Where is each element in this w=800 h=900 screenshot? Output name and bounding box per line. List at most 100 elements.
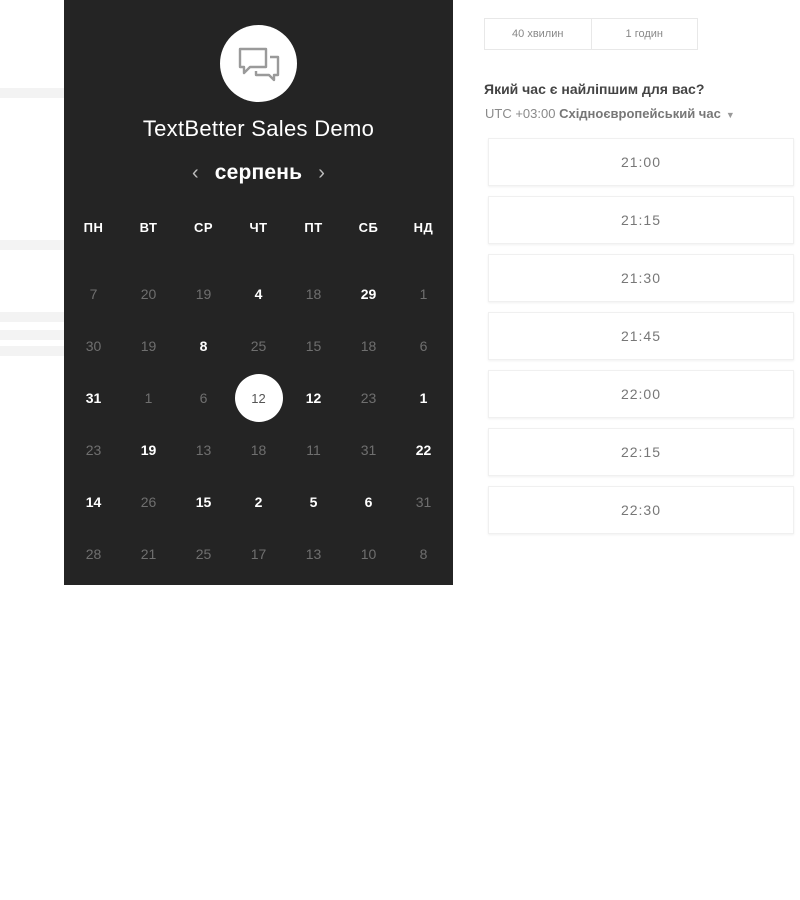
- calendar-day: 31: [341, 424, 396, 476]
- calendar-day-number: 7: [89, 286, 98, 302]
- calendar-day[interactable]: 12: [286, 372, 341, 424]
- calendar-day-number: 28: [85, 546, 102, 562]
- calendar-day[interactable]: 19: [121, 424, 176, 476]
- calendar-day-number: 13: [305, 546, 322, 562]
- calendar-day: 26: [121, 476, 176, 528]
- calendar-day-number: 25: [250, 338, 267, 354]
- duration-selector: 40 хвилин 1 годин: [484, 18, 698, 50]
- calendar-day-number: 18: [305, 286, 322, 302]
- calendar-day: 25: [231, 320, 286, 372]
- calendar-day: 19: [121, 320, 176, 372]
- calendar-day-number: 29: [360, 286, 377, 302]
- calendar-day[interactable]: 6: [341, 476, 396, 528]
- time-slot-button[interactable]: 21:30: [488, 254, 794, 302]
- chevron-left-icon[interactable]: ‹: [190, 163, 201, 183]
- calendar-day: 1: [396, 268, 451, 320]
- calendar-day-number: 30: [85, 338, 102, 354]
- timezone-offset: UTC +03:00: [485, 106, 556, 121]
- calendar-day-number: 23: [85, 442, 102, 458]
- calendar-day: 13: [286, 528, 341, 580]
- calendar-day[interactable]: 1: [396, 372, 451, 424]
- weekday-label: ВТ: [139, 219, 158, 235]
- calendar-day-number: 6: [419, 338, 428, 354]
- time-slot-button[interactable]: 21:45: [488, 312, 794, 360]
- calendar-day[interactable]: 8: [176, 320, 231, 372]
- chat-bubbles-icon: [238, 47, 279, 81]
- calendar-day: 11: [286, 424, 341, 476]
- calendar-day-number: 6: [199, 390, 208, 406]
- month-navigation: ‹ серпень ›: [64, 158, 453, 188]
- calendar-day: 1: [121, 372, 176, 424]
- calendar-day-number: 25: [195, 546, 212, 562]
- calendar-day: 30: [66, 320, 121, 372]
- calendar-day[interactable]: 29: [341, 268, 396, 320]
- calendar-day-number: 15: [195, 494, 212, 510]
- background-stripe: [0, 240, 64, 250]
- weekday-label: ПН: [83, 219, 104, 235]
- weekday-label: ПТ: [304, 219, 323, 235]
- calendar-day[interactable]: 2: [231, 476, 286, 528]
- calendar-day: 8: [396, 528, 451, 580]
- calendar-day[interactable]: 15: [176, 476, 231, 528]
- background-stripe: [0, 312, 64, 322]
- weekday-header: ПН ВТ СР ЧТ ПТ СБ НД: [66, 212, 450, 242]
- calendar-day-number: 31: [360, 442, 377, 458]
- event-title: TextBetter Sales Demo: [142, 116, 375, 141]
- calendar-day-number: 17: [250, 546, 267, 562]
- background-stripe: [0, 330, 64, 340]
- calendar-day[interactable]: 4: [231, 268, 286, 320]
- time-slot-button[interactable]: 22:15: [488, 428, 794, 476]
- time-slot-button[interactable]: 22:30: [488, 486, 794, 534]
- calendar-day-number: 18: [360, 338, 377, 354]
- calendar-day: 31: [396, 476, 451, 528]
- calendar-day-selected[interactable]: 12: [231, 372, 286, 424]
- calendar-day: 6: [396, 320, 451, 372]
- calendar-day-number: 31: [415, 494, 432, 510]
- calendar-day: 17: [231, 528, 286, 580]
- calendar-day-number: 19: [140, 442, 157, 458]
- background-stripe: [0, 346, 64, 356]
- caret-down-icon: ▼: [725, 110, 735, 120]
- calendar-day-number: 12: [234, 374, 283, 422]
- duration-option[interactable]: 1 годин: [590, 19, 698, 49]
- calendar-day: 25: [176, 528, 231, 580]
- calendar-day-number: 26: [140, 494, 157, 510]
- calendar-day-number: 23: [360, 390, 377, 406]
- calendar-day-number: 19: [195, 286, 212, 302]
- calendar-day-number: 22: [415, 442, 432, 458]
- calendar-day: 18: [341, 320, 396, 372]
- calendar-day: 6: [176, 372, 231, 424]
- calendar-day: 10: [341, 528, 396, 580]
- calendar-day-number: 18: [250, 442, 267, 458]
- calendar-day-number: 1: [419, 390, 428, 406]
- duration-option[interactable]: 40 хвилин: [485, 19, 591, 49]
- background-stripe: [0, 88, 64, 98]
- calendar-day-number: 31: [85, 390, 102, 406]
- calendar-day[interactable]: 31: [66, 372, 121, 424]
- calendar-day-number: 19: [140, 338, 157, 354]
- calendar-day-number: 1: [144, 390, 153, 406]
- calendar-day-number: 12: [305, 390, 322, 406]
- calendar-day[interactable]: 5: [286, 476, 341, 528]
- calendar-day: 13: [176, 424, 231, 476]
- calendar-day-number: 10: [360, 546, 377, 562]
- calendar-panel: TextBetter Sales Demo ‹ серпень › ПН ВТ СР…: [64, 0, 453, 585]
- calendar-day-number: 20: [140, 286, 157, 302]
- timezone-name: Східноєвропейський час: [559, 106, 721, 121]
- time-slot-button[interactable]: 21:00: [488, 138, 794, 186]
- calendar-day-number: 6: [364, 494, 373, 510]
- calendar-day-number: 14: [85, 494, 102, 510]
- calendar-day: 18: [231, 424, 286, 476]
- calendar-day-number: 15: [305, 338, 322, 354]
- weekday-label: СР: [193, 219, 214, 235]
- chevron-right-icon[interactable]: ›: [316, 163, 327, 183]
- calendar-day-number: 13: [195, 442, 212, 458]
- calendar-day-number: 11: [306, 442, 321, 458]
- timezone-selector[interactable]: UTC +03:00 Східноєвропейський час ▼: [485, 106, 735, 121]
- time-slot-button[interactable]: 22:00: [488, 370, 794, 418]
- time-slot-button[interactable]: 21:15: [488, 196, 794, 244]
- calendar-day[interactable]: 14: [66, 476, 121, 528]
- calendar-day[interactable]: 22: [396, 424, 451, 476]
- calendar-day: 23: [341, 372, 396, 424]
- calendar-day: 28: [66, 528, 121, 580]
